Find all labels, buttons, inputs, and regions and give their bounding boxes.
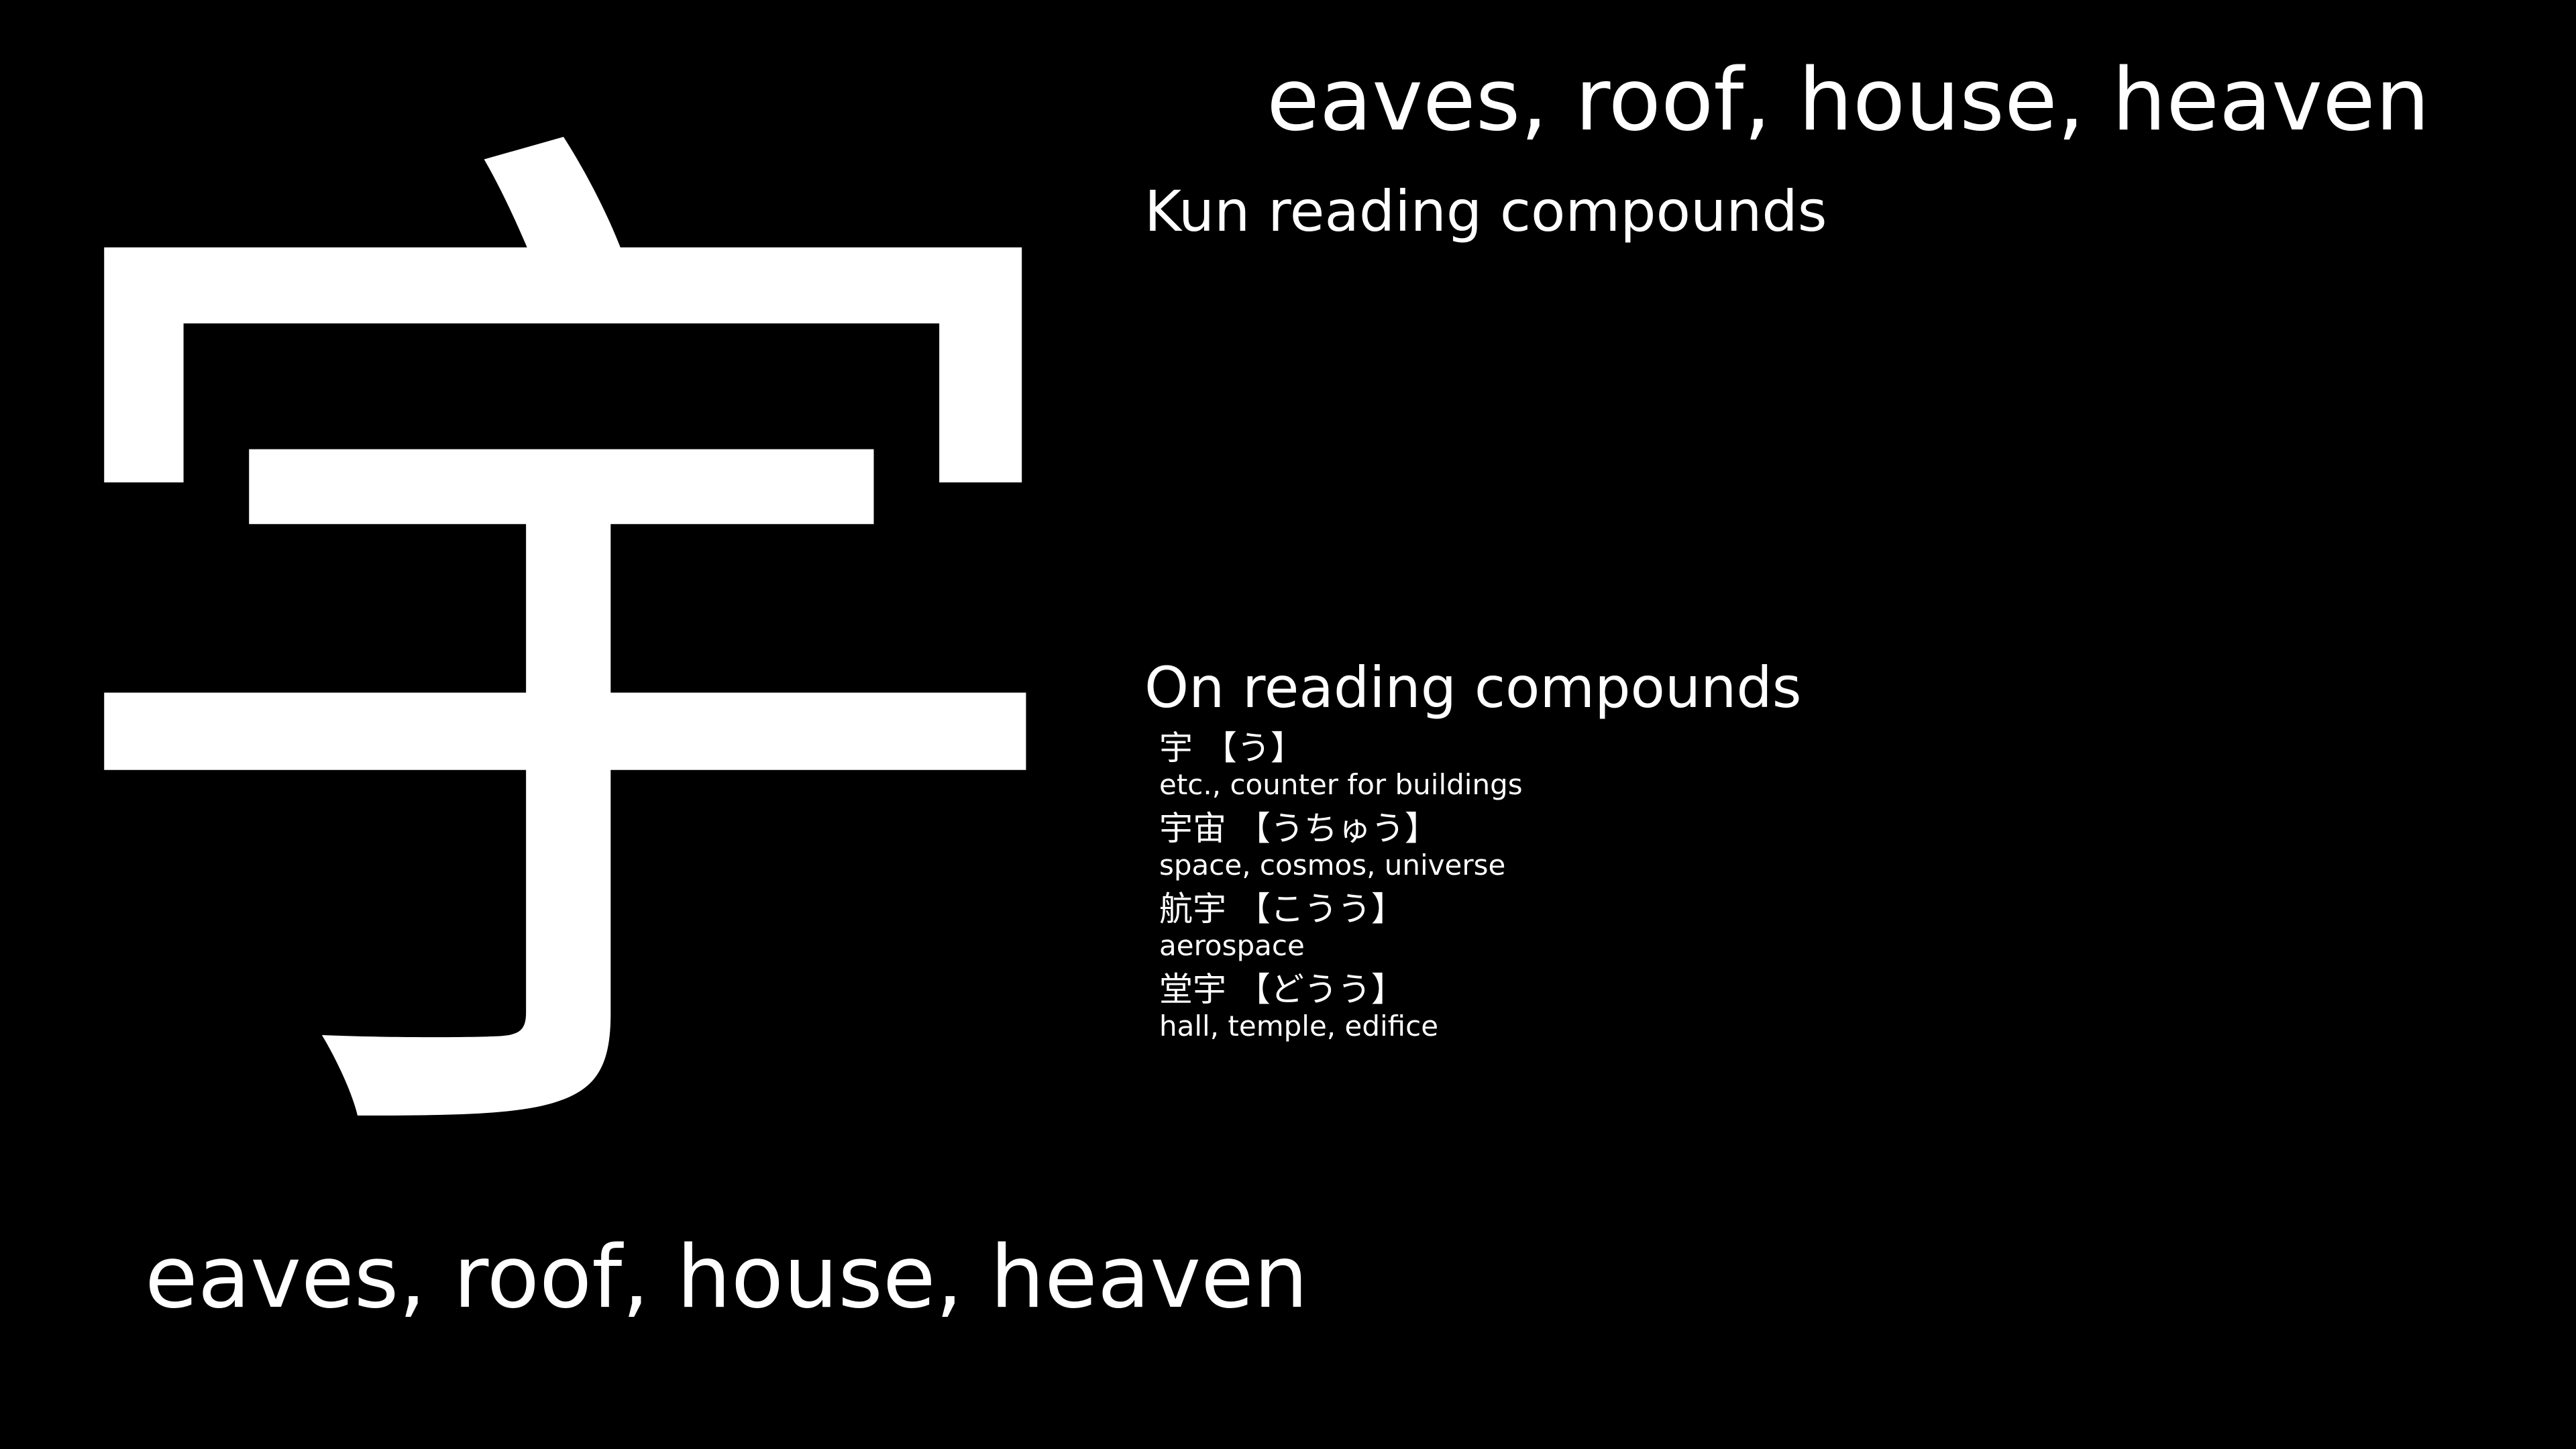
- compound-definition: etc., counter for buildings: [1159, 768, 1523, 801]
- kanji-character: 宇: [27, 40, 1100, 1289]
- compound-word: 宇 【う】: [1159, 729, 1304, 767]
- compound-item: 堂宇 【どうう】 hall, temple, edifice: [1159, 969, 1523, 1043]
- compound-item: 航宇 【こうう】 aerospace: [1159, 889, 1523, 963]
- compound-word: 堂宇 【どうう】: [1159, 970, 1405, 1009]
- compound-word: 航宇 【こうう】: [1159, 890, 1405, 928]
- meaning-header: eaves, roof, house, heaven: [1267, 50, 2430, 150]
- on-reading-heading: On reading compounds: [1144, 655, 1802, 720]
- on-reading-compound-list: 宇 【う】 etc., counter for buildings 宇宙 【うち…: [1159, 728, 1523, 1050]
- meaning-footer: eaves, roof, house, heaven: [145, 1228, 1308, 1328]
- compound-definition: space, cosmos, universe: [1159, 849, 1506, 881]
- compound-definition: hall, temple, edifice: [1159, 1010, 1439, 1042]
- compound-definition: aerospace: [1159, 929, 1305, 962]
- compound-item: 宇宙 【うちゅう】 space, cosmos, universe: [1159, 808, 1523, 882]
- compound-word: 宇宙 【うちゅう】: [1159, 809, 1438, 848]
- compound-item: 宇 【う】 etc., counter for buildings: [1159, 728, 1523, 802]
- kun-reading-heading: Kun reading compounds: [1144, 178, 1827, 244]
